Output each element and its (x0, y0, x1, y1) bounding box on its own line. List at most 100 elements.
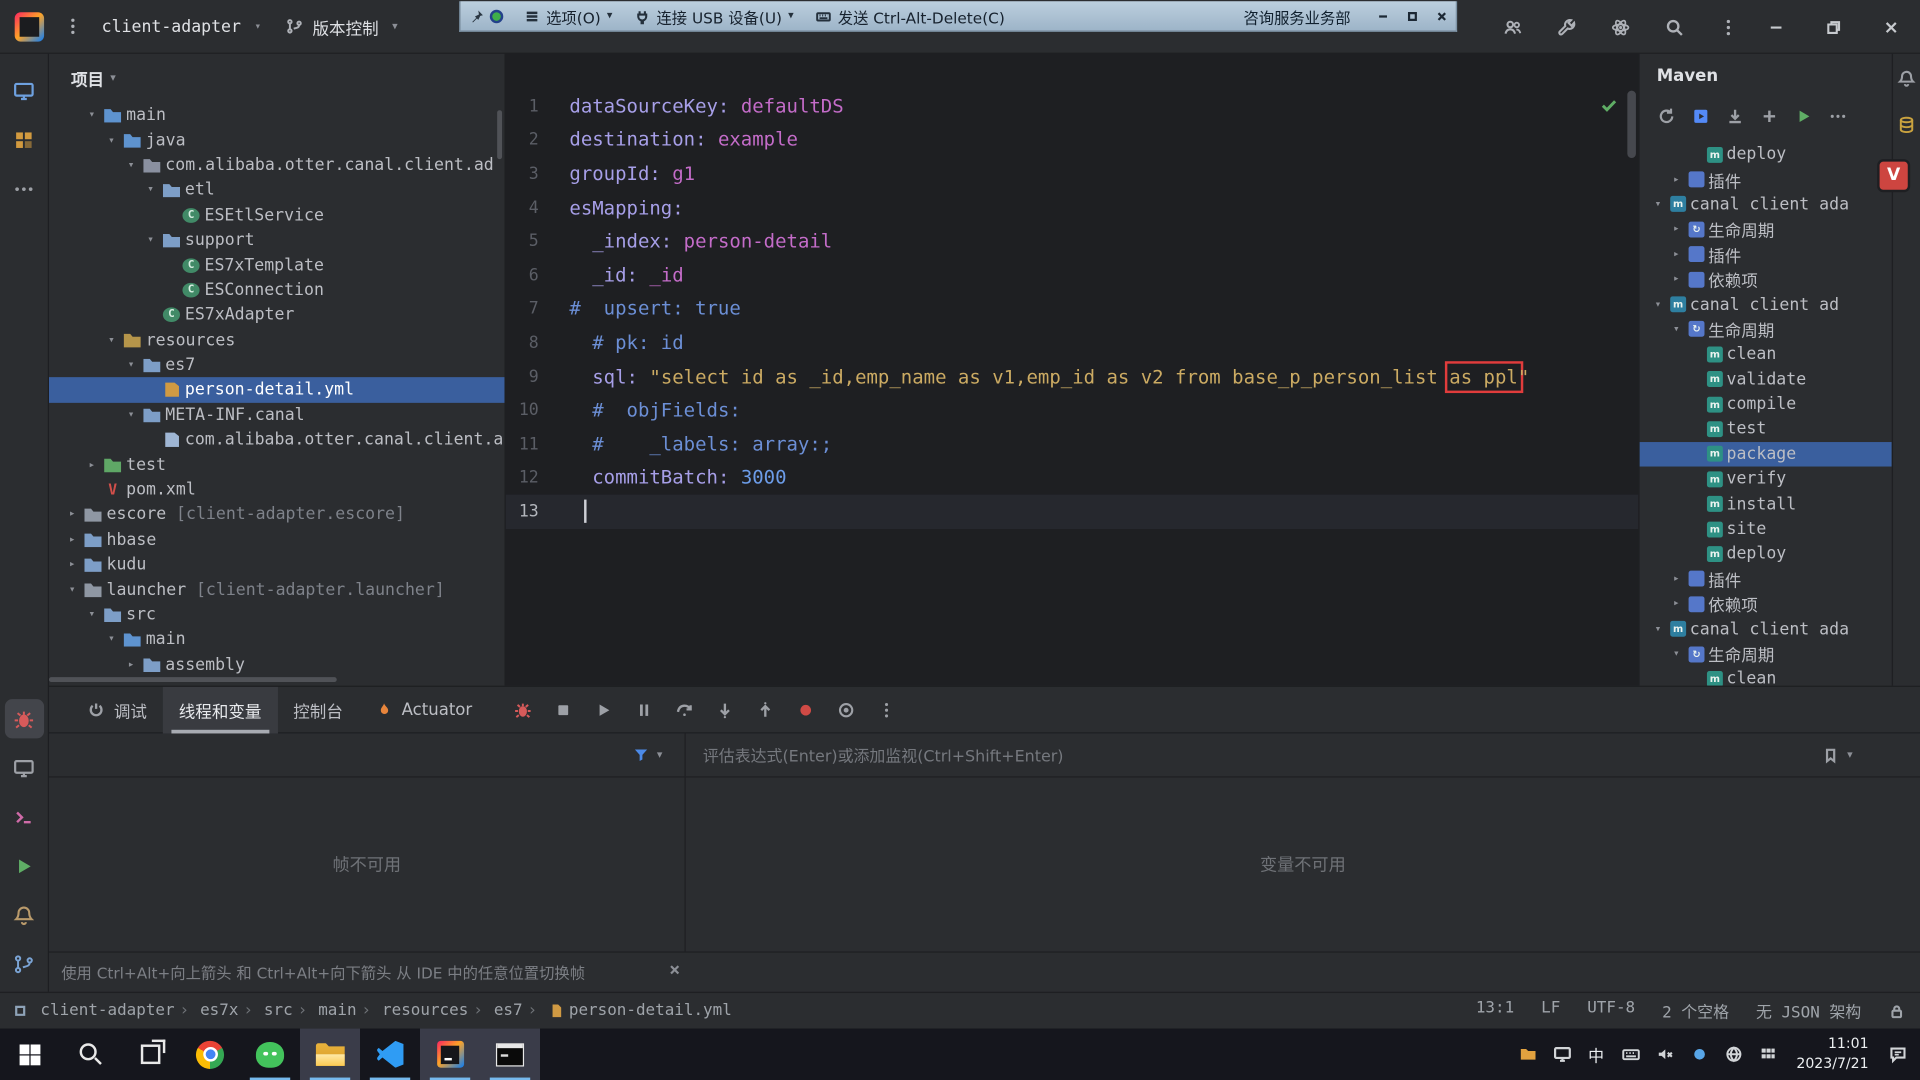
editor-line[interactable]: 5 _index: person-detail (506, 225, 1639, 259)
project-icon[interactable] (4, 71, 43, 110)
add-icon[interactable] (1760, 107, 1780, 127)
remote-maximize-button[interactable] (1397, 1, 1426, 30)
maven-item[interactable]: validate (1640, 367, 1892, 392)
editor-line[interactable]: 13 (506, 495, 1639, 529)
remote-close-button[interactable] (1427, 1, 1456, 30)
tree-item[interactable]: resources (49, 328, 505, 353)
more-icon[interactable] (1709, 9, 1746, 46)
chevron-icon[interactable] (1649, 620, 1666, 637)
chevron-icon[interactable] (1668, 645, 1685, 662)
chevron-icon[interactable] (1649, 296, 1666, 313)
close-hint-icon[interactable] (667, 962, 687, 982)
chevron-icon[interactable] (103, 331, 120, 348)
idea-icon[interactable] (420, 1029, 480, 1080)
sync-icon[interactable] (1657, 107, 1677, 127)
chrome-icon[interactable] (180, 1029, 240, 1080)
breadcrumb-item[interactable]: es7x (177, 1002, 241, 1020)
tree-item[interactable]: etl (49, 178, 505, 203)
chevron-icon[interactable] (83, 606, 100, 623)
tree-item[interactable]: main (49, 627, 505, 652)
watch-caret-icon[interactable]: ▾ (1847, 749, 1853, 761)
visualvm-badge[interactable]: V (1877, 159, 1910, 192)
tree-item[interactable]: assembly (49, 652, 505, 677)
rerun-debug-icon[interactable] (510, 697, 534, 721)
maven-item[interactable]: 生命周期 (1640, 641, 1892, 666)
chevron-icon[interactable] (83, 107, 100, 124)
inspections-ok-icon[interactable] (1599, 96, 1619, 116)
chevron-icon[interactable] (103, 631, 120, 648)
vscode-icon[interactable] (360, 1029, 420, 1080)
chevron-icon[interactable] (142, 232, 159, 249)
breadcrumb-item[interactable]: resources (359, 1002, 471, 1020)
clock[interactable]: 11:01 2023/7/21 (1796, 1035, 1868, 1073)
tree-item[interactable]: com.alibaba.otter.canal.client.ad (49, 153, 505, 178)
maven-item[interactable]: canal client ada (1640, 192, 1892, 217)
project-vertical-scrollbar[interactable] (497, 110, 502, 159)
maven-item[interactable]: verify (1640, 467, 1892, 492)
usb-menu[interactable]: 连接 USB 设备(U) (623, 1, 804, 30)
messenger-icon[interactable] (1689, 1044, 1710, 1065)
chevron-icon[interactable] (1668, 171, 1685, 188)
editor-line[interactable]: 2 destination: example (506, 123, 1639, 157)
remote-minimize-button[interactable] (1368, 1, 1397, 30)
record-icon[interactable] (793, 697, 817, 721)
volume-muted-icon[interactable] (1654, 1044, 1675, 1065)
editor-line[interactable]: 3 groupId: g1 (506, 157, 1639, 191)
run-icon[interactable] (4, 846, 43, 885)
maven-item[interactable]: 生命周期 (1640, 317, 1892, 342)
breadcrumb-item[interactable]: person-detail.yml (525, 1002, 734, 1020)
chevron-icon[interactable] (64, 581, 81, 598)
tab-console[interactable]: 控制台 (277, 686, 358, 733)
chevron-icon[interactable] (1668, 221, 1685, 238)
editor-line[interactable]: 8 # pk: id (506, 326, 1639, 360)
chevron-icon[interactable] (64, 556, 81, 573)
tree-item[interactable]: es7 (49, 353, 505, 378)
more-icon[interactable] (874, 697, 898, 721)
chevron-icon[interactable] (142, 182, 159, 199)
tree-item[interactable]: kudu (49, 552, 505, 577)
tree-item[interactable]: person-detail.yml (49, 378, 505, 403)
maven-item[interactable]: canal client ada (1640, 616, 1892, 641)
minimize-button[interactable] (1747, 0, 1805, 54)
maven-item[interactable]: 插件 (1640, 242, 1892, 267)
maven-item[interactable]: install (1640, 492, 1892, 517)
vcs-widget[interactable]: 版本控制 (272, 8, 409, 45)
services-icon[interactable] (4, 748, 43, 787)
tab-actuator[interactable]: Actuator (359, 686, 488, 733)
maximize-button[interactable] (1805, 0, 1863, 54)
chevron-icon[interactable] (1668, 246, 1685, 263)
search-icon[interactable] (1656, 9, 1693, 46)
plugins-icon[interactable] (1602, 9, 1639, 46)
editor-line[interactable]: 1 dataSourceKey: defaultDS (506, 89, 1639, 123)
editor-content[interactable]: 1 dataSourceKey: defaultDS 2 destination… (506, 89, 1639, 528)
keyboard-icon[interactable] (1620, 1044, 1641, 1065)
editor-line[interactable]: 9 sql: "select id as _id,emp_name as v1,… (506, 360, 1639, 394)
action-center-icon[interactable] (1887, 1044, 1908, 1065)
maven-item[interactable]: 插件 (1640, 167, 1892, 192)
git-icon[interactable] (4, 944, 43, 983)
send-cad-button[interactable]: 发送 Ctrl-Alt-Delete(C) (805, 1, 1016, 30)
maven-item[interactable]: 依赖项 (1640, 267, 1892, 292)
explorer-icon[interactable] (300, 1029, 360, 1080)
editor-line[interactable]: 4 esMapping: (506, 191, 1639, 225)
line-separator[interactable]: LF (1541, 999, 1560, 1022)
options-menu[interactable]: 选项(O) (513, 1, 623, 30)
debug-icon[interactable] (4, 699, 43, 738)
editor-line[interactable]: 10 # objFields: (506, 393, 1639, 427)
editor-line[interactable]: 7 # upsert: true (506, 292, 1639, 326)
tools-icon[interactable] (1548, 9, 1585, 46)
step-out-icon[interactable] (753, 697, 777, 721)
tree-item[interactable]: ES7xAdapter (49, 303, 505, 328)
chevron-icon[interactable] (83, 456, 100, 473)
maven-item[interactable]: site (1640, 517, 1892, 542)
indent-style[interactable]: 2 个空格 (1662, 999, 1729, 1022)
chevron-icon[interactable] (1668, 570, 1685, 587)
maven-item[interactable]: package (1640, 442, 1892, 467)
pause-icon[interactable] (631, 697, 655, 721)
download-sources-icon[interactable] (1725, 107, 1745, 127)
maven-item[interactable]: clean (1640, 666, 1892, 685)
tree-item[interactable]: support (49, 228, 505, 253)
bookmark-icon[interactable] (1823, 746, 1840, 763)
project-horizontal-scrollbar[interactable] (49, 677, 337, 682)
tree-item[interactable]: main (49, 103, 505, 128)
